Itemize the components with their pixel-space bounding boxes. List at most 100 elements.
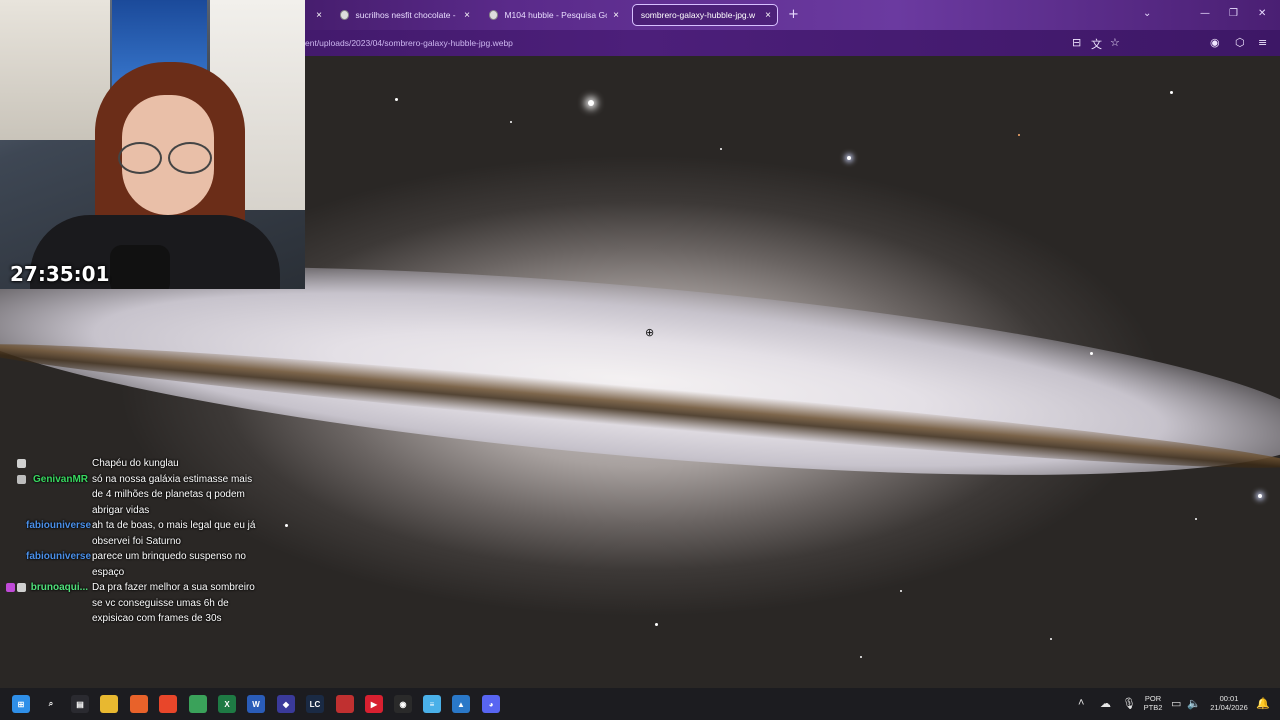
chat-overlay: Chapéu do kunglau GenivanMR só na nossa ga… bbox=[0, 456, 270, 627]
star bbox=[1018, 134, 1020, 136]
translate-icon[interactable]: 文 bbox=[1091, 36, 1102, 52]
menu-icon[interactable]: ≡ bbox=[1258, 36, 1267, 49]
tab-close-icon[interactable]: × bbox=[765, 10, 771, 21]
obs-icon[interactable]: ◉ bbox=[394, 695, 412, 713]
tab-m104-search[interactable]: M104 hubble - Pesquisa Google × bbox=[483, 4, 625, 26]
background-shelf bbox=[0, 0, 110, 140]
tab-sucrilhos[interactable]: sucrilhos nesfit chocolate - Pes × bbox=[334, 4, 476, 26]
firefox-icon[interactable] bbox=[130, 695, 148, 713]
chat-badge-icon bbox=[17, 474, 26, 484]
new-tab-button[interactable]: + bbox=[788, 7, 799, 22]
chat-username: GenivanMR bbox=[32, 473, 88, 485]
language-code: POR bbox=[1144, 694, 1162, 703]
webcam-overlay: 27:35:01 bbox=[0, 0, 305, 289]
chat-badges bbox=[0, 518, 26, 549]
chat-text: Da pra fazer melhor a sua sombreiro se v… bbox=[92, 582, 255, 624]
cloud-icon[interactable]: ☁ bbox=[1100, 697, 1111, 710]
star bbox=[285, 524, 288, 527]
language-indicator[interactable]: POR PTB2 bbox=[1138, 694, 1168, 712]
chat-badges bbox=[0, 472, 26, 519]
star bbox=[588, 100, 594, 106]
tab-label: sucrilhos nesfit chocolate - Pes bbox=[355, 10, 458, 20]
tab-label: M104 hubble - Pesquisa Google bbox=[504, 10, 607, 20]
star bbox=[1170, 91, 1173, 94]
taskbar: ˄ ☁ 🎙 POR PTB2 ▭ 🔈 00:01 21/04/2026 🔔 ⊞ ⌕… bbox=[0, 688, 1280, 720]
chat-username: fabiouniverse bbox=[26, 520, 92, 531]
star bbox=[720, 148, 722, 150]
tab-partial[interactable]: × bbox=[308, 4, 328, 26]
tab-list-chevron-icon[interactable]: ⌄ bbox=[1143, 8, 1151, 19]
chat-message: Chapéu do kunglau bbox=[0, 456, 270, 472]
chat-message: GenivanMR só na nossa galáxia estimasse m… bbox=[0, 472, 270, 519]
stream-timer: 27:35:01 bbox=[10, 262, 110, 286]
file-explorer-icon[interactable] bbox=[100, 695, 118, 713]
star bbox=[1090, 352, 1093, 355]
keyboard-layout: PTB2 bbox=[1143, 703, 1163, 712]
microphone-icon[interactable]: 🎙 bbox=[1122, 697, 1136, 710]
chat-text: parece um brinquedo suspenso no espaço bbox=[92, 551, 246, 578]
chat-username bbox=[26, 456, 92, 472]
clock[interactable]: 00:01 21/04/2026 bbox=[1206, 694, 1252, 712]
star bbox=[1258, 494, 1262, 498]
video-editor-icon[interactable] bbox=[336, 695, 354, 713]
discord-icon[interactable]: ◕ bbox=[482, 695, 500, 713]
excel-icon[interactable]: X bbox=[218, 695, 236, 713]
microphone bbox=[110, 245, 170, 289]
tab-close-icon[interactable]: × bbox=[464, 10, 470, 21]
photos-icon[interactable]: ▲ bbox=[452, 695, 470, 713]
chat-badges bbox=[0, 580, 26, 627]
chat-badge-icon bbox=[17, 583, 26, 592]
zoom-in-cursor-icon: ⊕ bbox=[645, 326, 655, 339]
stream-app-icon[interactable]: ▤ bbox=[71, 695, 89, 713]
clock-date: 21/04/2026 bbox=[1210, 703, 1248, 712]
lc-app-icon[interactable]: LC bbox=[306, 695, 324, 713]
notification-bell-icon[interactable]: 🔔 bbox=[1256, 697, 1270, 710]
tray-chevron-icon[interactable]: ˄ bbox=[1078, 697, 1084, 709]
minimize-icon[interactable]: — bbox=[1200, 8, 1210, 19]
chrome-icon[interactable] bbox=[189, 695, 207, 713]
chat-message: fabiouniverse parece um brinquedo suspens… bbox=[0, 549, 270, 580]
chat-badges bbox=[0, 456, 26, 472]
windows-start-icon[interactable]: ⊞ bbox=[12, 695, 30, 713]
tab-label: sombrero-galaxy-hubble-jpg.w bbox=[640, 10, 756, 20]
extensions-icon[interactable]: ⬡ bbox=[1235, 36, 1245, 49]
brave-icon[interactable] bbox=[159, 695, 177, 713]
google-favicon-icon bbox=[489, 10, 499, 20]
maximize-icon[interactable]: ❐ bbox=[1229, 8, 1238, 19]
volume-icon[interactable]: 🔈 bbox=[1187, 697, 1201, 710]
word-icon[interactable]: W bbox=[247, 695, 265, 713]
profile-icon[interactable]: ◉ bbox=[1210, 36, 1220, 49]
chat-badge-icon bbox=[17, 459, 26, 468]
star bbox=[510, 121, 512, 123]
chat-message: brunoaqui... Da pra fazer melhor a sua so… bbox=[0, 580, 270, 627]
chat-text: Chapéu do kunglau bbox=[92, 458, 179, 469]
chat-text: só na nossa galáxia estimasse mais de 4 … bbox=[92, 473, 253, 516]
star bbox=[395, 98, 398, 101]
tab-close-icon[interactable]: × bbox=[316, 10, 322, 21]
chat-badges bbox=[0, 549, 26, 580]
network-icon[interactable]: ▭ bbox=[1171, 697, 1181, 710]
chat-username: fabiouniverse bbox=[26, 551, 92, 562]
chat-message: fabiouniverse ah ta de boas, o mais legal… bbox=[0, 518, 270, 549]
notepad-icon[interactable]: ≡ bbox=[423, 695, 441, 713]
star bbox=[847, 156, 851, 160]
tab-close-icon[interactable]: × bbox=[613, 10, 619, 21]
glasses bbox=[118, 142, 214, 174]
star bbox=[860, 656, 862, 658]
star bbox=[655, 623, 658, 626]
media-player-icon[interactable]: ▶ bbox=[365, 695, 383, 713]
search-icon[interactable]: ⌕ bbox=[42, 695, 60, 713]
star bbox=[1050, 638, 1052, 640]
tab-sombrero-image[interactable]: sombrero-galaxy-hubble-jpg.w × bbox=[632, 4, 778, 26]
star bbox=[900, 590, 902, 592]
chat-text: ah ta de boas, o mais legal que eu já ob… bbox=[92, 520, 256, 547]
install-icon[interactable]: ⊟ bbox=[1072, 36, 1081, 49]
url-text[interactable]: ent/uploads/2023/04/sombrero-galaxy-hubb… bbox=[305, 38, 513, 48]
star bbox=[1195, 518, 1197, 520]
chat-badge-icon bbox=[6, 583, 15, 592]
bookmark-star-icon[interactable]: ☆ bbox=[1110, 36, 1120, 49]
close-window-icon[interactable]: ✕ bbox=[1258, 8, 1266, 19]
app-icon[interactable]: ◆ bbox=[277, 695, 295, 713]
chat-username: brunoaqui... bbox=[30, 582, 88, 593]
clock-time: 00:01 bbox=[1219, 694, 1239, 703]
